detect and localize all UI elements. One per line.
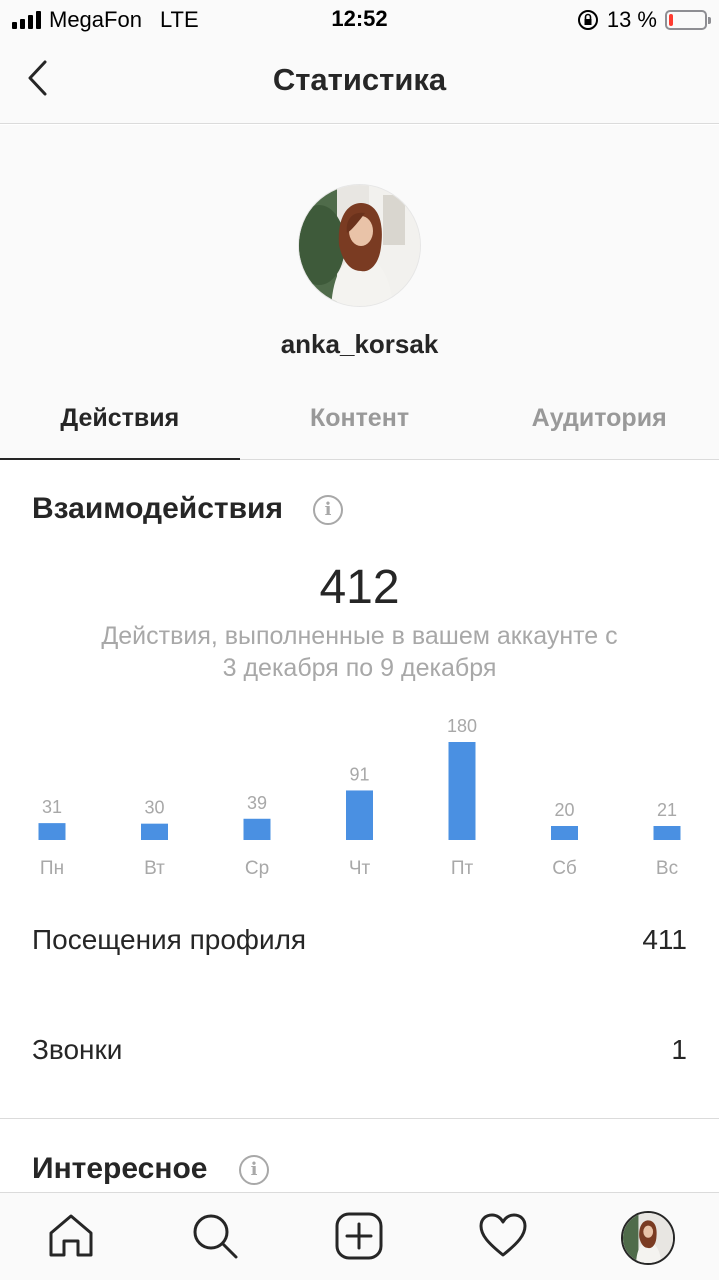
discovery-title: Интересное	[32, 1152, 208, 1185]
nav-home-button[interactable]	[46, 1211, 96, 1261]
interactions-title: Взаимодействия	[32, 492, 283, 525]
profile-username: anka_korsak	[280, 329, 439, 359]
chart-bar-7	[653, 826, 681, 840]
chart-day-label: Ср	[245, 858, 269, 879]
chart-day-label: Сб	[552, 858, 577, 879]
add-post-icon	[335, 1212, 383, 1260]
tab-content[interactable]: Контент	[240, 393, 480, 459]
tab-actions[interactable]: Действия	[0, 393, 240, 460]
chart-value-label: 180	[447, 716, 477, 736]
battery-level	[669, 14, 673, 26]
interactions-bar-chart: 31 Пн 30 Вт 39 Ср 91 Чт 180 Пт 20 Сб 21 Вс	[38, 716, 681, 879]
chart-day-label: Пт	[451, 858, 474, 879]
chart-bar-1	[38, 823, 66, 840]
chart-bar-3	[243, 818, 271, 840]
chart-day-label: Вс	[656, 858, 678, 879]
statistics-tabs: Действия Контент Аудитория	[0, 393, 719, 460]
chart-value-label: 30	[144, 798, 164, 818]
chart-value-label: 20	[554, 800, 574, 820]
calls-row[interactable]: Звонки 1	[32, 1030, 687, 1070]
orientation-lock-icon	[577, 10, 598, 30]
chart-value-label: 31	[42, 797, 62, 817]
status-right: 13 %	[577, 6, 711, 34]
profile-visits-row[interactable]: Посещения профиля 411	[32, 920, 687, 960]
calls-label: Звонки	[32, 1034, 123, 1065]
statistics-screen: MegaFon LTE 12:52 13 % Статистика anka_k…	[0, 0, 719, 1280]
battery-icon	[665, 10, 711, 30]
nav-activity-button[interactable]	[478, 1211, 528, 1261]
nav-new-post-button[interactable]	[334, 1211, 384, 1261]
chart-bar-5	[448, 742, 476, 840]
profile-header: anka_korsak Действия Контент Аудитория	[0, 125, 719, 460]
chart-day-label: Пн	[40, 858, 64, 879]
interactions-caption: Действия, выполненные в вашем аккаунте с…	[101, 622, 618, 682]
chart-value-label: 21	[657, 800, 677, 820]
tab-audience[interactable]: Аудитория	[479, 393, 719, 459]
top-navigation-bar: Статистика	[0, 40, 719, 124]
status-bar: MegaFon LTE 12:52 13 %	[0, 0, 719, 40]
chart-value-label: 91	[349, 764, 369, 784]
chart-bar-4	[346, 790, 373, 840]
avatar-photo	[299, 185, 420, 306]
discovery-info-icon[interactable]: i	[239, 1155, 269, 1185]
chart-value-label: 39	[247, 793, 267, 813]
interactions-total: 412	[319, 561, 400, 614]
activity-heart-icon	[479, 1213, 527, 1257]
chart-bar-6	[551, 826, 578, 840]
interactions-info-icon[interactable]: i	[313, 495, 343, 525]
profile-avatar	[298, 184, 421, 307]
section-divider	[0, 1118, 719, 1119]
chart-bar-2	[141, 823, 168, 840]
page-title: Статистика	[272, 62, 447, 97]
search-icon	[193, 1214, 238, 1259]
calls-value: 1	[671, 1034, 687, 1065]
home-icon	[49, 1214, 93, 1257]
chart-day-label: Чт	[349, 858, 371, 879]
profile-visits-label: Посещения профиля	[32, 924, 307, 955]
nav-search-button[interactable]	[190, 1211, 240, 1261]
profile-visits-value: 411	[642, 924, 687, 955]
avatar-photo-small	[623, 1213, 673, 1263]
bottom-navigation-bar	[0, 1192, 719, 1280]
chart-day-label: Вт	[144, 858, 165, 879]
nav-profile-avatar[interactable]	[621, 1211, 675, 1265]
battery-percentage: 13 %	[606, 7, 657, 32]
